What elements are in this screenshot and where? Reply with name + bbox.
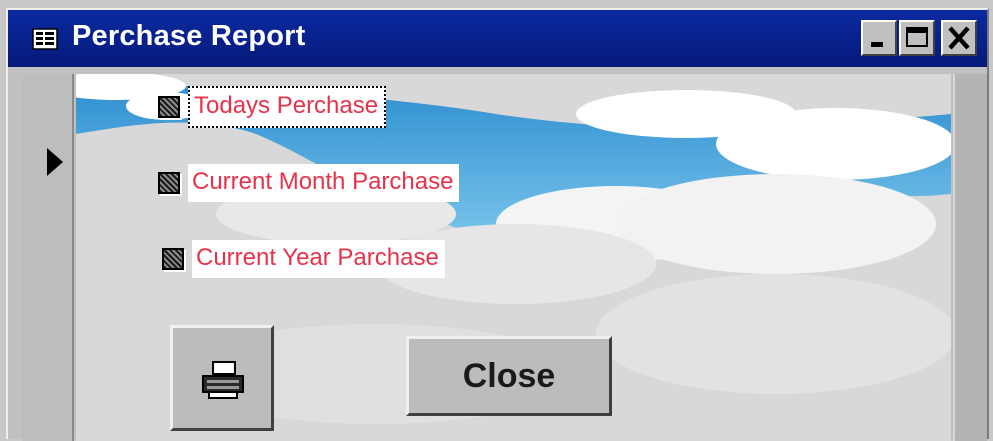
current-record-icon xyxy=(47,148,63,176)
current-year-label[interactable]: Current Year Parchase xyxy=(192,240,445,278)
form-icon xyxy=(32,28,58,50)
current-year-checkbox[interactable] xyxy=(162,248,184,270)
window-title: Perchase Report xyxy=(72,20,306,52)
printer-icon xyxy=(202,361,244,399)
vertical-scrollbar[interactable] xyxy=(953,74,987,441)
maximize-icon xyxy=(906,27,928,47)
todays-purchase-label[interactable]: Todays Perchase xyxy=(188,86,387,128)
minimize-icon xyxy=(871,42,883,47)
print-button[interactable] xyxy=(170,325,274,431)
record-selector[interactable] xyxy=(22,74,74,441)
close-icon xyxy=(948,26,970,50)
option-current-month-purchase[interactable]: Current Month Parchase xyxy=(158,164,460,202)
current-month-label[interactable]: Current Month Parchase xyxy=(188,164,460,202)
option-todays-purchase[interactable]: Todays Perchase xyxy=(158,86,387,128)
current-month-checkbox[interactable] xyxy=(158,172,180,194)
title-bar[interactable]: Perchase Report xyxy=(8,10,987,67)
option-current-year-purchase[interactable]: Current Year Parchase xyxy=(162,240,445,278)
close-window-button[interactable] xyxy=(941,20,977,56)
close-button[interactable]: Close xyxy=(406,336,612,416)
minimize-button[interactable] xyxy=(861,20,897,56)
todays-purchase-checkbox[interactable] xyxy=(158,96,180,118)
maximize-button[interactable] xyxy=(899,20,935,56)
